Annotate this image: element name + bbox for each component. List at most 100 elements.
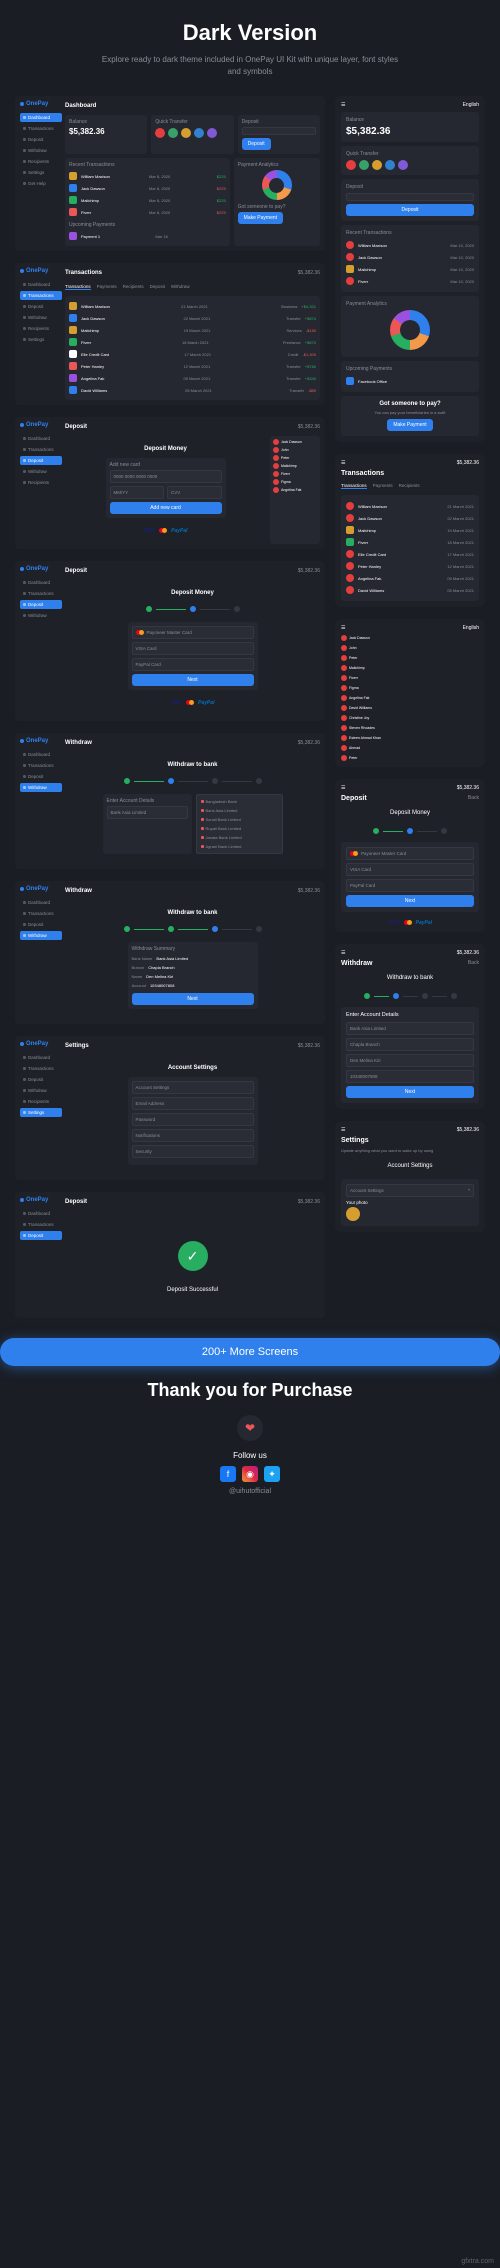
nav-settings[interactable]: Settings: [20, 168, 62, 177]
contact-row[interactable]: Peter: [273, 455, 317, 461]
nav-item[interactable]: Dashboard: [20, 1053, 62, 1062]
twitter-icon[interactable]: ✦: [264, 1466, 280, 1482]
contact-row[interactable]: Figma: [273, 479, 317, 485]
nav-item[interactable]: Transactions: [20, 1220, 62, 1229]
tab-deposit[interactable]: Deposit: [150, 284, 165, 290]
contact-row[interactable]: Jack Dawson: [273, 439, 317, 445]
logo[interactable]: OnePay: [20, 268, 62, 274]
next-button[interactable]: Next: [346, 1086, 474, 1098]
make-payment-button[interactable]: Make Payment: [387, 419, 432, 431]
card-option[interactable]: PayPal Card: [346, 879, 474, 892]
contact-row[interactable]: David Williams: [341, 705, 479, 711]
contact-row[interactable]: Christine Joy: [341, 715, 479, 721]
avatar[interactable]: [372, 160, 382, 170]
avatar[interactable]: [207, 128, 217, 138]
avatar[interactable]: [155, 128, 165, 138]
tab-payments[interactable]: Payments: [97, 284, 117, 290]
dropdown-option[interactable]: Bank Asia Limited: [199, 806, 280, 815]
nav-item[interactable]: Deposit: [20, 920, 62, 929]
nav-item[interactable]: Transactions: [20, 1064, 62, 1073]
contact-row[interactable]: Esteen Ahmad Khan: [341, 735, 479, 741]
nav-item[interactable]: Deposit: [20, 1075, 62, 1084]
settings-item[interactable]: Account Settings: [132, 1081, 254, 1094]
tab[interactable]: Payments: [373, 483, 393, 489]
logo[interactable]: OnePay: [20, 422, 62, 428]
deposit-amount-field[interactable]: [242, 127, 316, 135]
contact-row[interactable]: John: [273, 447, 317, 453]
user-avatar[interactable]: [346, 1207, 360, 1221]
contact-row[interactable]: Mailchimp: [273, 463, 317, 469]
nav-item[interactable]: Transactions: [20, 445, 62, 454]
card-option-master[interactable]: Payoneer Master Card: [132, 626, 254, 639]
next-button[interactable]: Next: [132, 993, 254, 1005]
contact-row[interactable]: Fiverr: [273, 471, 317, 477]
deposit-button[interactable]: Deposit: [242, 138, 271, 150]
card-option[interactable]: Payoneer Master Card: [346, 847, 474, 860]
nav-dashboard[interactable]: Dashboard: [20, 113, 62, 122]
logo[interactable]: OnePay: [20, 101, 62, 107]
nav-item[interactable]: Dashboard: [20, 1209, 62, 1218]
lang-select[interactable]: English: [463, 625, 479, 631]
instagram-icon[interactable]: ◉: [242, 1466, 258, 1482]
contact-row[interactable]: Figma: [341, 685, 479, 691]
nav-item[interactable]: Dashboard: [20, 898, 62, 907]
back-link[interactable]: Back: [468, 960, 479, 967]
nav-settings[interactable]: Settings: [20, 1108, 62, 1117]
nav-item[interactable]: Dashboard: [20, 750, 62, 759]
contact-row[interactable]: Ahmad: [341, 745, 479, 751]
facebook-icon[interactable]: f: [220, 1466, 236, 1482]
avatar[interactable]: [359, 160, 369, 170]
nav-dashboard[interactable]: Dashboard: [20, 280, 62, 289]
avatar[interactable]: [168, 128, 178, 138]
dropdown-option[interactable]: Janata Bank Limited: [199, 833, 280, 842]
nav-deposit[interactable]: Deposit: [20, 456, 62, 465]
logo[interactable]: OnePay: [20, 886, 62, 892]
more-screens-badge[interactable]: 200+ More Screens: [0, 1338, 500, 1366]
contact-row[interactable]: Angelina Fak: [341, 695, 479, 701]
avatar[interactable]: [398, 160, 408, 170]
next-button[interactable]: Next: [346, 895, 474, 907]
logo[interactable]: OnePay: [20, 738, 62, 744]
tab[interactable]: Recipients: [399, 483, 420, 489]
nav-item[interactable]: Recipients: [20, 478, 62, 487]
bank-field[interactable]: Bank Asia Limited: [346, 1022, 474, 1035]
dropdown-option[interactable]: Bangladesh Bank: [199, 797, 280, 806]
tab-withdraw[interactable]: Withdraw: [171, 284, 190, 290]
deposit-field[interactable]: [346, 193, 474, 201]
avatar[interactable]: [346, 160, 356, 170]
back-link[interactable]: Back: [468, 795, 479, 802]
nav-withdraw[interactable]: Withdraw: [20, 931, 62, 940]
nav-item[interactable]: Withdraw: [20, 611, 62, 620]
nav-recipients[interactable]: Recipients: [20, 324, 62, 333]
nav-item[interactable]: Deposit: [20, 772, 62, 781]
avatar[interactable]: [181, 128, 191, 138]
lang-select[interactable]: English: [463, 102, 479, 108]
contact-row[interactable]: Steven Rhoades: [341, 725, 479, 731]
nav-deposit[interactable]: Deposit: [20, 600, 62, 609]
menu-icon[interactable]: ☰: [341, 625, 345, 631]
nav-withdraw[interactable]: Withdraw: [20, 313, 62, 322]
card-option-visa[interactable]: VISA Card: [132, 642, 254, 655]
nav-withdraw[interactable]: Withdraw: [20, 783, 62, 792]
nav-item[interactable]: Withdraw: [20, 467, 62, 476]
nav-help[interactable]: Get Help: [20, 179, 62, 188]
deposit-button[interactable]: Deposit: [346, 204, 474, 216]
tab-recipients[interactable]: Recipients: [123, 284, 144, 290]
nav-item[interactable]: Recipients: [20, 1097, 62, 1106]
cvv-field[interactable]: CVV: [167, 486, 222, 499]
card-option[interactable]: VISA Card: [346, 863, 474, 876]
logo[interactable]: OnePay: [20, 1197, 62, 1203]
nav-deposit[interactable]: Deposit: [20, 302, 62, 311]
nav-item[interactable]: Transactions: [20, 589, 62, 598]
nav-transactions[interactable]: Transactions: [20, 124, 62, 133]
tab-transactions[interactable]: Transactions: [65, 284, 91, 290]
dropdown-option[interactable]: Rupali Bank Limited: [199, 824, 280, 833]
nav-recipients[interactable]: Recipients: [20, 157, 62, 166]
nav-item[interactable]: Transactions: [20, 761, 62, 770]
add-card-button[interactable]: Add new card: [110, 502, 222, 514]
logo[interactable]: OnePay: [20, 566, 62, 572]
nav-item[interactable]: Dashboard: [20, 434, 62, 443]
contact-row[interactable]: Jack Dawson: [341, 635, 479, 641]
dropdown-option[interactable]: Sonali Bank Limited: [199, 815, 280, 824]
contact-row[interactable]: John: [341, 645, 479, 651]
